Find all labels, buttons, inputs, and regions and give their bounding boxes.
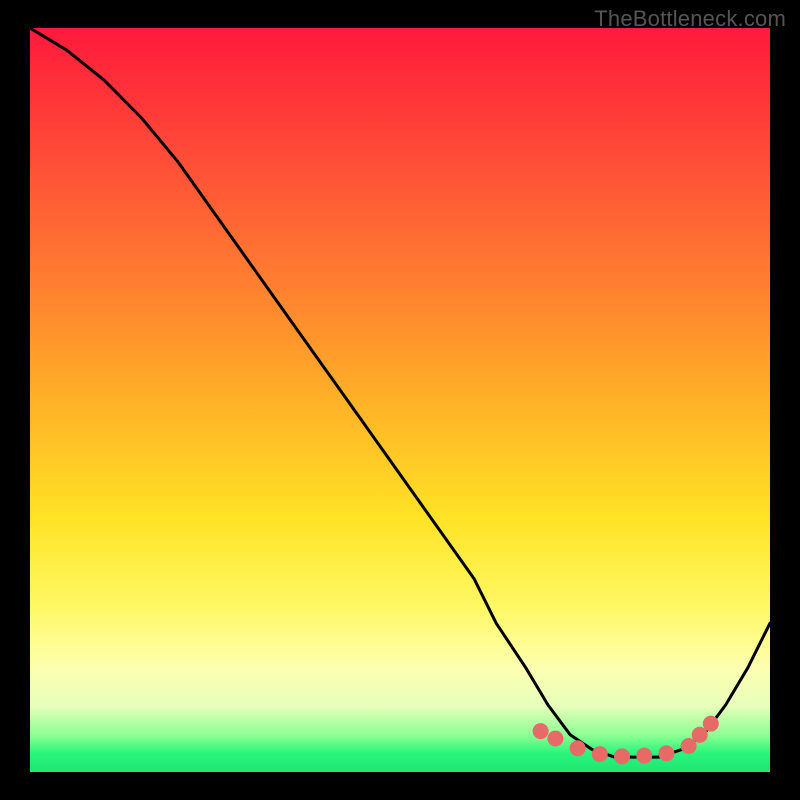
marker-point [636, 748, 652, 764]
plot-area [30, 28, 770, 772]
marker-point [547, 731, 563, 747]
marker-point [533, 723, 549, 739]
marker-point [614, 748, 630, 764]
marker-point [703, 716, 719, 732]
chart-svg [30, 28, 770, 772]
curve-line [30, 28, 770, 757]
marker-point [570, 740, 586, 756]
chart-container: TheBottleneck.com [0, 0, 800, 800]
marker-point [658, 745, 674, 761]
marker-point [592, 746, 608, 762]
watermark-text: TheBottleneck.com [594, 6, 786, 32]
